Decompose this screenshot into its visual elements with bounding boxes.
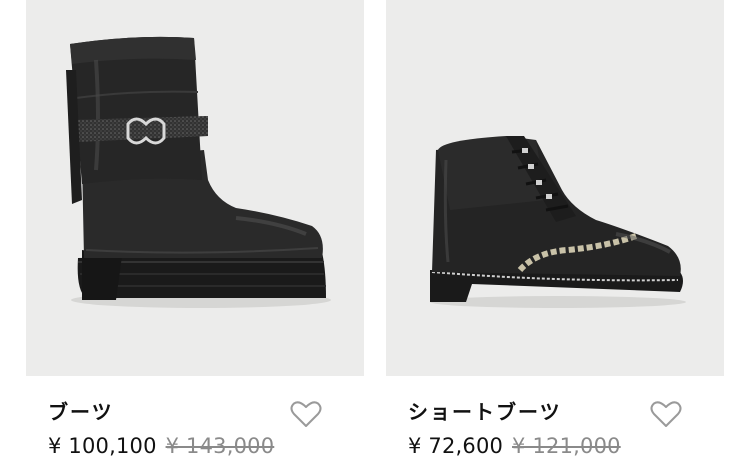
heart-outline-icon (650, 401, 682, 427)
heart-outline-icon (290, 401, 322, 427)
product-card[interactable]: ショートブーツ ¥ 72,600 ¥ 121,000 (386, 0, 724, 475)
sale-price: ¥ 72,600 (408, 434, 504, 458)
product-card[interactable]: ブーツ ¥ 100,100 ¥ 143,000 (26, 0, 364, 475)
product-image[interactable] (386, 0, 724, 376)
favorite-button[interactable] (290, 400, 322, 428)
sale-price: ¥ 100,100 (48, 434, 157, 458)
favorite-button[interactable] (650, 400, 682, 428)
price-row: ¥ 72,600 ¥ 121,000 (408, 434, 621, 458)
product-grid: ブーツ ¥ 100,100 ¥ 143,000 ショートブーツ ¥ 72,600… (0, 0, 750, 475)
boot-image (430, 136, 686, 308)
product-image[interactable] (26, 0, 364, 376)
product-name[interactable]: ショートブーツ (408, 396, 562, 425)
boot-image (66, 36, 331, 308)
product-name[interactable]: ブーツ (48, 396, 114, 425)
price-row: ¥ 100,100 ¥ 143,000 (48, 434, 274, 458)
original-price: ¥ 143,000 (165, 434, 275, 458)
original-price: ¥ 121,000 (512, 434, 621, 458)
